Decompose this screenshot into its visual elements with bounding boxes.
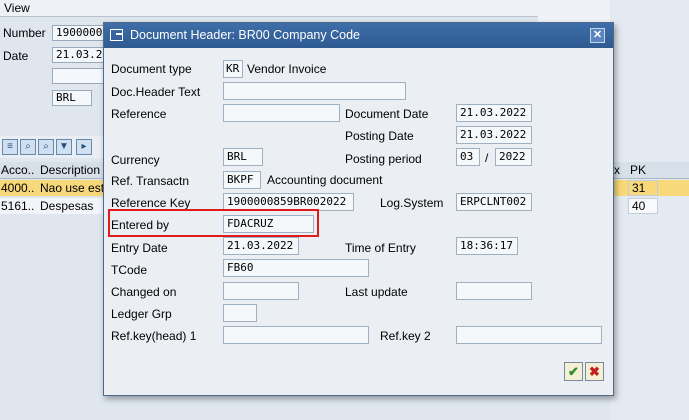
bg-date-field[interactable]: 21.03.2: [52, 47, 108, 63]
grid-cell-description: Nao use est: [40, 181, 105, 195]
entry-date-label: Entry Date: [111, 241, 168, 255]
ledger-grp-field[interactable]: [223, 304, 257, 322]
doc-header-text-field[interactable]: [223, 82, 406, 100]
bg-empty-field[interactable]: [52, 68, 108, 84]
currency-field[interactable]: BRL: [223, 148, 263, 166]
table-row[interactable]: 4000.. Nao use est: [0, 180, 110, 196]
ledger-grp-label: Ledger Grp: [111, 307, 172, 321]
posting-period-label: Posting period: [345, 152, 422, 166]
bg-number-field[interactable]: 1900000: [52, 25, 108, 41]
time-of-entry-field[interactable]: 18:36:17: [456, 237, 518, 255]
grid-filter-icon[interactable]: ▼: [56, 139, 72, 155]
grid-find-icon[interactable]: ⌕: [20, 139, 36, 155]
log-system-field[interactable]: ERPCLNT002: [456, 193, 532, 211]
grid-col-x[interactable]: x: [614, 163, 620, 177]
ref-transactn-text: Accounting document: [267, 173, 383, 187]
tcode-label: TCode: [111, 263, 148, 277]
posting-period-year-field[interactable]: 2022: [495, 148, 532, 166]
last-update-field[interactable]: [456, 282, 532, 300]
currency-label: Currency: [111, 153, 160, 167]
document-type-text: Vendor Invoice: [247, 62, 327, 76]
entered-by-label: Entered by: [111, 218, 170, 232]
ok-button[interactable]: ✔: [564, 362, 583, 381]
grid-header-right: x PK: [608, 162, 689, 179]
grid-header: Acco.. Description: [0, 162, 110, 179]
time-of-entry-label: Time of Entry: [345, 241, 416, 255]
grid-col-account[interactable]: Acco..: [1, 163, 34, 177]
log-system-label: Log.System: [380, 196, 444, 210]
reference-field[interactable]: [223, 104, 340, 122]
bg-number-label: Number: [3, 26, 46, 40]
last-update-label: Last update: [345, 285, 408, 299]
posting-date-label: Posting Date: [345, 129, 414, 143]
dialog-title-bar[interactable]: Document Header: BR00 Company Code ✕: [104, 23, 613, 48]
bg-date-label: Date: [3, 49, 29, 63]
changed-on-label: Changed on: [111, 285, 177, 299]
close-icon: ✕: [592, 29, 603, 41]
grid-find-next-icon[interactable]: ⌕: [38, 139, 54, 155]
grid-cell-account: 4000..: [1, 181, 35, 195]
checkmark-icon: ✔: [568, 364, 579, 379]
grid-more-icon[interactable]: ▸: [76, 139, 92, 155]
menu-view[interactable]: View: [4, 1, 30, 15]
entered-by-field[interactable]: FDACRUZ: [223, 215, 314, 233]
grid-cell-account: 5161..: [1, 199, 35, 213]
table-row[interactable]: 5161.. Despesas: [0, 198, 110, 214]
ref-key2-field[interactable]: [456, 326, 602, 344]
ref-key-head1-label: Ref.key(head) 1: [111, 329, 197, 343]
window-icon: [110, 29, 123, 41]
tcode-field[interactable]: FB60: [223, 259, 369, 277]
cancel-x-icon: ✖: [589, 364, 600, 379]
changed-on-field[interactable]: [223, 282, 299, 300]
cancel-button[interactable]: ✖: [585, 362, 604, 381]
reference-label: Reference: [111, 107, 167, 121]
document-date-field[interactable]: 21.03.2022: [456, 104, 532, 122]
document-type-label: Document type: [111, 62, 192, 76]
posting-period-month-field[interactable]: 03: [456, 148, 480, 166]
document-date-label: Document Date: [345, 107, 429, 121]
close-button[interactable]: ✕: [590, 28, 605, 43]
posting-period-separator: /: [485, 151, 489, 165]
doc-header-text-label: Doc.Header Text: [111, 85, 201, 99]
grid-col-description[interactable]: Description: [40, 163, 100, 177]
ref-key2-label: Ref.key 2: [380, 329, 431, 343]
entry-date-field[interactable]: 21.03.2022: [223, 237, 299, 255]
document-type-field[interactable]: KR: [223, 60, 243, 78]
ref-key-head1-field[interactable]: [223, 326, 369, 344]
ref-transactn-field[interactable]: BKPF: [223, 171, 261, 189]
bg-currency-field[interactable]: BRL: [52, 90, 92, 106]
menu-bar: View: [0, 0, 689, 17]
grid-details-icon[interactable]: ≡: [2, 139, 18, 155]
grid-cell-description: Despesas: [40, 199, 94, 213]
grid-cell-pk[interactable]: 40: [628, 198, 658, 214]
document-header-dialog: Document Header: BR00 Company Code ✕ Doc…: [103, 22, 614, 396]
grid-cell-pk[interactable]: 31: [628, 180, 658, 196]
grid-col-pk[interactable]: PK: [630, 163, 646, 177]
dialog-title: Document Header: BR00 Company Code: [130, 28, 360, 42]
posting-date-field[interactable]: 21.03.2022: [456, 126, 532, 144]
ref-transactn-label: Ref. Transactn: [111, 174, 190, 188]
reference-key-label: Reference Key: [111, 196, 191, 210]
